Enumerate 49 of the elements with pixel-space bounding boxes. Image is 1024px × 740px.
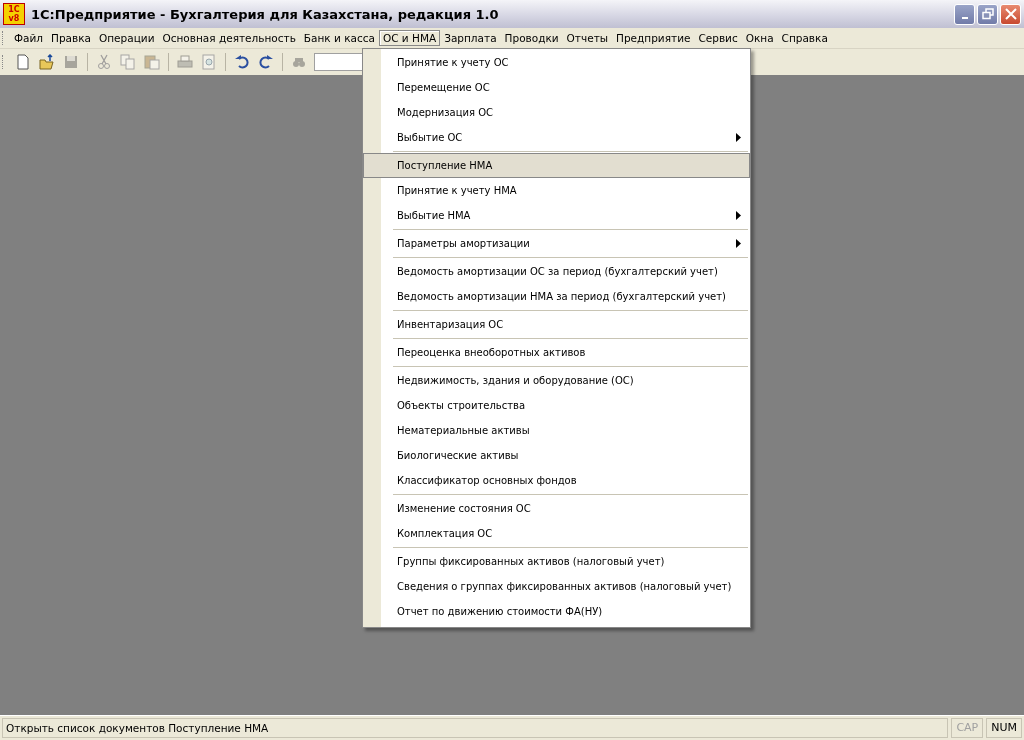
menu-option[interactable]: Принятие к учету ОС [363,50,750,75]
menu-option[interactable]: Нематериальные активы [363,418,750,443]
minimize-icon [961,17,968,19]
menu-option[interactable]: Комплектация ОС [363,521,750,546]
restore-button[interactable] [977,3,998,25]
menu-item[interactable]: Отчеты [562,30,613,46]
submenu-arrow-icon [736,133,741,142]
minimize-button[interactable] [954,3,975,25]
menu-option[interactable]: Группы фиксированных активов (налоговый учет) [363,549,750,574]
submenu-arrow-icon [736,211,741,220]
menu-item[interactable]: ОС и НМА [378,30,441,46]
menu-item[interactable]: Операции [95,30,159,46]
menu-option[interactable]: Поступление НМА [363,153,750,178]
status-indicator: NUM [986,718,1022,738]
menu-item[interactable]: Окна [741,30,778,46]
menu-item[interactable]: Сервис [694,30,742,46]
menu-option[interactable]: Сведения о группах фиксированных активов (налоговый учет) [363,574,750,599]
menu-option[interactable]: Выбытие НМА [363,203,750,228]
submenu-arrow-icon [736,239,741,248]
menu-option[interactable]: Выбытие ОС [363,125,750,150]
menu-option[interactable]: Принятие к учету НМА [363,178,750,203]
status-indicator: CAP [951,718,984,738]
menu-option[interactable]: Модернизация ОС [363,100,750,125]
menu-option[interactable]: Отчет по движению стоимости ФА(НУ) [363,599,750,624]
menu-item[interactable]: Правка [47,30,95,46]
menu-item[interactable]: Банк и касса [299,30,379,46]
menu-option[interactable]: Ведомость амортизации ОС за период (бухгалтерский учет) [363,259,750,284]
menu-option[interactable]: Перемещение ОС [363,75,750,100]
menu-item[interactable]: Проводки [500,30,563,46]
menu-option[interactable]: Объекты строительства [363,393,750,418]
menu-option[interactable]: Недвижимость, здания и оборудование (ОС) [363,368,750,393]
menu-option[interactable]: Параметры амортизации [363,231,750,256]
menu-item[interactable]: Зарплата [440,30,501,46]
menu-item[interactable]: Предприятие [612,30,695,46]
restore-icon [981,8,994,20]
menu-item[interactable]: Справка [777,30,832,46]
menu-option[interactable]: Изменение состояния ОС [363,496,750,521]
status-text: Открыть список документов Поступление НМА [2,718,949,738]
app-logo: 1C v8 [3,3,25,25]
close-button[interactable] [1000,3,1021,25]
menu-option[interactable]: Переоценка внеоборотных активов [363,340,750,365]
menu-option[interactable]: Ведомость амортизации НМА за период (бухгалтерский учет) [363,284,750,309]
window-title: 1С:Предприятие - Бухгалтерия для Казахстана, редакция 1.0 [31,6,500,22]
close-icon [1004,8,1017,20]
menu-option[interactable]: Инвентаризация ОС [363,312,750,337]
menu-item[interactable]: Основная деятельность [158,30,300,46]
menu-item[interactable]: Файл [10,30,47,46]
menu-option[interactable]: Классификатор основных фондов [363,468,750,493]
menu-option[interactable]: Биологические активы [363,443,750,468]
